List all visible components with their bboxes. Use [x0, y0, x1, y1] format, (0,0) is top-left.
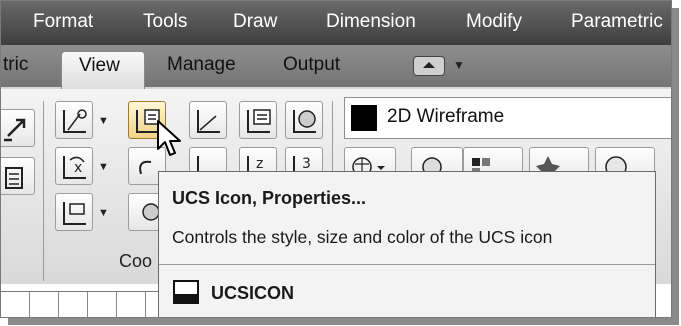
menu-modify[interactable]: Modify [466, 11, 522, 33]
visual-style-swatch [351, 105, 377, 131]
ucs-button[interactable] [55, 101, 93, 139]
window-shadow [672, 8, 679, 324]
ucs-axis-icon [197, 110, 220, 133]
chevron-down-icon[interactable]: ▼ [453, 58, 465, 72]
views-tool-button[interactable] [1, 157, 35, 195]
visual-style-dropdown[interactable]: 2D Wireframe [344, 97, 671, 139]
navigate-tool-button[interactable] [1, 109, 35, 147]
tab-view-label: View [79, 55, 120, 76]
mouse-pointer-icon [157, 120, 181, 156]
menu-format[interactable]: Format [33, 11, 93, 33]
named-ucs-icon [247, 109, 271, 133]
tooltip-title: UCS Icon, Properties... [172, 188, 367, 208]
menu-parametric[interactable]: Parametric [571, 11, 663, 33]
tooltip: UCS Icon, Properties... Controls the sty… [158, 171, 656, 317]
panel-separator [43, 101, 44, 281]
coordinates-group-label: Coo [119, 251, 153, 271]
chevron-down-icon[interactable]: ▼ [98, 207, 109, 219]
pan-zoom-icon [4, 118, 26, 142]
autocad-window: Format Tools Draw Dimension Modify Param… [0, 0, 672, 318]
drawing-grid [1, 291, 161, 317]
grid-line [1, 291, 161, 292]
ucs-x-button[interactable]: x [55, 147, 93, 185]
chevron-down-icon[interactable]: ▼ [98, 161, 109, 173]
ucs-origin-button[interactable] [285, 101, 323, 139]
menu-bar: Format Tools Draw Dimension Modify Param… [1, 1, 671, 45]
menu-tools[interactable]: Tools [143, 11, 187, 33]
ucs-view-button[interactable] [55, 193, 93, 231]
window-shadow [8, 318, 679, 325]
svg-text:3: 3 [302, 156, 311, 172]
ucsicon-command-icon [173, 280, 199, 304]
ucs-sphere-icon [293, 110, 316, 133]
ucs-x-rotate-icon: x [63, 156, 86, 179]
tab-manage[interactable]: Manage [167, 54, 236, 76]
tab-view[interactable]: View [61, 51, 145, 92]
svg-text:z: z [256, 156, 263, 172]
menu-dimension[interactable]: Dimension [326, 11, 416, 33]
tab-output[interactable]: Output [283, 54, 340, 76]
tooltip-command: UCSICON [211, 283, 295, 303]
view-manager-icon [5, 167, 23, 189]
ucs-world-button[interactable] [189, 101, 227, 139]
chevron-down-icon[interactable]: ▼ [98, 115, 109, 127]
named-ucs-button[interactable] [239, 101, 277, 139]
menu-draw[interactable]: Draw [233, 11, 277, 33]
ucs-world-icon [63, 109, 87, 133]
tab-parametric-partial[interactable]: tric [3, 54, 28, 76]
ucs-view-icon [63, 202, 86, 225]
ribbon-minimize-button[interactable] [413, 56, 445, 76]
tooltip-description: Controls the style, size and color of th… [172, 227, 553, 247]
tooltip-divider [159, 264, 655, 265]
visual-style-label: 2D Wireframe [387, 106, 505, 127]
svg-text:x: x [74, 160, 82, 176]
